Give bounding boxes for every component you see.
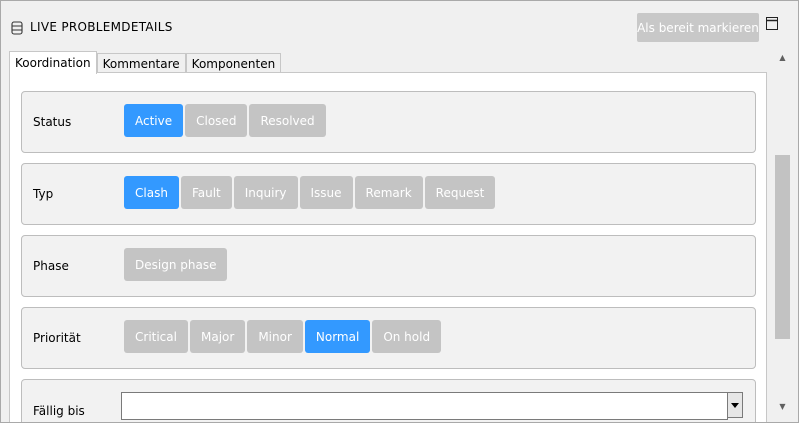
prioritaet-option-on-hold[interactable]: On hold bbox=[372, 320, 442, 353]
problem-details-window: LIVE PROBLEMDETAILS Als bereit markieren… bbox=[0, 0, 799, 423]
typ-section: Typ Clash Fault Inquiry Issue Remark Req… bbox=[21, 163, 756, 225]
phase-options: Design phase bbox=[124, 248, 228, 281]
tab-kommentare[interactable]: Kommentare bbox=[96, 53, 186, 74]
status-option-active[interactable]: Active bbox=[124, 104, 184, 137]
scroll-thumb[interactable] bbox=[775, 155, 790, 339]
status-label: Status bbox=[33, 115, 72, 129]
typ-option-remark[interactable]: Remark bbox=[354, 176, 423, 209]
typ-option-clash[interactable]: Clash bbox=[124, 176, 179, 209]
due-date-input[interactable] bbox=[121, 392, 728, 420]
due-date-dropdown[interactable] bbox=[727, 392, 743, 418]
tab-komponenten[interactable]: Komponenten bbox=[185, 53, 282, 74]
page-title: LIVE PROBLEMDETAILS bbox=[30, 20, 173, 34]
typ-option-inquiry[interactable]: Inquiry bbox=[233, 176, 298, 209]
scroll-up-icon[interactable]: ▲ bbox=[774, 51, 791, 65]
prioritaet-option-normal[interactable]: Normal bbox=[304, 320, 371, 353]
status-option-resolved[interactable]: Resolved bbox=[249, 104, 326, 137]
typ-options: Clash Fault Inquiry Issue Remark Request bbox=[124, 176, 496, 209]
status-option-closed[interactable]: Closed bbox=[185, 104, 248, 137]
phase-section: Phase Design phase bbox=[21, 235, 756, 297]
status-options: Active Closed Resolved bbox=[124, 104, 326, 137]
faellig-label: Fällig bis bbox=[33, 404, 85, 418]
scroll-down-icon[interactable]: ▼ bbox=[774, 400, 791, 414]
phase-label: Phase bbox=[33, 259, 69, 273]
prioritaet-option-major[interactable]: Major bbox=[189, 320, 246, 353]
prioritaet-label: Priorität bbox=[33, 331, 81, 345]
mark-ready-button[interactable]: Als bereit markieren bbox=[637, 13, 759, 42]
koordination-panel: Status Active Closed Resolved Typ Clash … bbox=[9, 72, 767, 422]
tab-bar: Koordination Kommentare Komponenten bbox=[9, 51, 282, 74]
vertical-scrollbar[interactable]: ▲ ▼ bbox=[774, 51, 791, 414]
typ-option-issue[interactable]: Issue bbox=[299, 176, 353, 209]
typ-option-request[interactable]: Request bbox=[424, 176, 496, 209]
database-icon bbox=[11, 21, 23, 35]
chevron-down-icon bbox=[731, 403, 739, 408]
phase-option-design-phase[interactable]: Design phase bbox=[124, 248, 228, 281]
header: LIVE PROBLEMDETAILS Als bereit markieren bbox=[1, 1, 798, 47]
prioritaet-option-minor[interactable]: Minor bbox=[247, 320, 303, 353]
typ-option-fault[interactable]: Fault bbox=[180, 176, 232, 209]
window-restore-icon[interactable] bbox=[766, 17, 778, 30]
prioritaet-options: Critical Major Minor Normal On hold bbox=[124, 320, 442, 353]
tab-koordination[interactable]: Koordination bbox=[9, 51, 97, 74]
prioritaet-option-critical[interactable]: Critical bbox=[124, 320, 188, 353]
prioritaet-section: Priorität Critical Major Minor Normal On… bbox=[21, 307, 756, 369]
status-section: Status Active Closed Resolved bbox=[21, 91, 756, 153]
typ-label: Typ bbox=[33, 187, 54, 201]
